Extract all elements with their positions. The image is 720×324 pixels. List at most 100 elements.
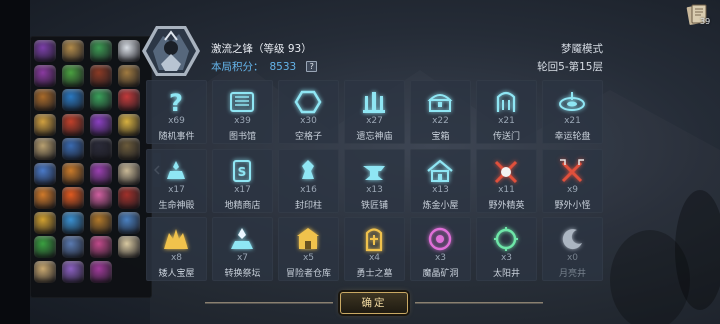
event-cell-treasure-chest[interactable]: x22 宝箱 bbox=[410, 80, 471, 144]
white-vase-relic-icon[interactable] bbox=[118, 40, 140, 62]
event-name: 矮人宝屋 bbox=[158, 269, 195, 279]
event-grid: ? x69 随机事件 x39 图书馆 x30 空格子 x27 遗忘神庙 x22 宝箱 x21 传送门 x2… bbox=[146, 80, 603, 281]
event-cell-crossed-swords-elite[interactable]: x11 野外精英 bbox=[476, 148, 537, 213]
anvil-icon bbox=[359, 157, 389, 185]
hero-avatar[interactable] bbox=[141, 24, 201, 78]
event-name: 传送门 bbox=[492, 132, 520, 142]
red-tome-relic-icon[interactable] bbox=[118, 187, 140, 209]
event-cell-hexagon[interactable]: x30 空格子 bbox=[278, 80, 339, 144]
gold-wreath-relic-icon[interactable] bbox=[34, 211, 56, 234]
gold-potion-relic-icon[interactable] bbox=[118, 113, 140, 136]
pink-candy-relic-icon[interactable] bbox=[90, 187, 112, 209]
event-cell-anvil[interactable]: x13 铁匠铺 bbox=[344, 148, 405, 213]
score-line: 本局积分： 8533 ? bbox=[211, 59, 318, 74]
event-cell-dwarf-treasure[interactable]: x8 矮人宝屋 bbox=[146, 217, 207, 281]
spell-book-relic-icon[interactable] bbox=[34, 162, 56, 185]
confirm-button[interactable]: 确定 bbox=[340, 292, 408, 314]
green-sprout-relic-icon[interactable] bbox=[34, 236, 56, 258]
blue-crystal-relic-icon[interactable] bbox=[62, 211, 84, 234]
moon-well-icon bbox=[557, 225, 587, 253]
hero-name: 激流之锋（等级 93） bbox=[211, 43, 312, 55]
event-cell-life-altar[interactable]: x17 生命神殿 bbox=[146, 148, 207, 213]
red-potion-relic-icon[interactable] bbox=[118, 89, 140, 111]
orange-ore-relic-icon[interactable] bbox=[34, 187, 56, 209]
event-count: x13 bbox=[366, 184, 383, 195]
event-name: 幸运轮盘 bbox=[554, 132, 591, 142]
relic-inventory-panel bbox=[30, 36, 152, 298]
eggs-relic-icon[interactable] bbox=[118, 236, 140, 258]
warrior-tomb-icon bbox=[359, 225, 389, 253]
potion-trio-relic-icon[interactable] bbox=[90, 236, 112, 258]
gem-shop-icon: S bbox=[227, 157, 257, 185]
event-name: 太阳井 bbox=[492, 269, 520, 279]
event-cell-transfer-altar[interactable]: x7 转换祭坛 bbox=[212, 217, 273, 281]
codex-count: 39 bbox=[700, 17, 711, 26]
event-cell-shrine[interactable]: x27 遗忘神庙 bbox=[344, 80, 405, 144]
treasure-chest-icon bbox=[425, 88, 455, 116]
green-potion-relic-icon[interactable] bbox=[90, 40, 112, 62]
green-wand-relic-icon[interactable] bbox=[62, 64, 84, 87]
purple-sack-relic-icon[interactable] bbox=[90, 260, 112, 283]
blue-mug-relic-icon[interactable] bbox=[62, 138, 84, 160]
shrine-icon bbox=[359, 88, 389, 116]
event-name: 月亮井 bbox=[558, 269, 586, 279]
event-cell-crossed-swords[interactable]: x9 野外小怪 bbox=[542, 148, 603, 213]
event-cell-sun-well[interactable]: x3 太阳井 bbox=[476, 217, 537, 281]
event-cell-adventurer-warehouse[interactable]: x5 冒险者仓库 bbox=[278, 217, 339, 281]
event-cell-portal[interactable]: x21 传送门 bbox=[476, 80, 537, 144]
bone-relic-icon[interactable] bbox=[118, 162, 140, 185]
event-count: x17 bbox=[168, 184, 185, 195]
event-cell-seal-pillar[interactable]: x16 封印柱 bbox=[278, 148, 339, 213]
purple-gem-hat-relic-icon[interactable] bbox=[34, 64, 56, 87]
horn-relic-icon[interactable] bbox=[34, 260, 56, 283]
event-name: 封印柱 bbox=[294, 200, 322, 211]
help-button[interactable]: ? bbox=[306, 61, 318, 72]
codex-button[interactable]: 39 bbox=[686, 3, 712, 27]
event-count: x3 bbox=[500, 253, 513, 263]
brown-bag-relic-icon[interactable] bbox=[90, 64, 112, 87]
purple-wizard-hat-relic-icon[interactable] bbox=[34, 40, 56, 62]
event-cell-question[interactable]: ? x69 随机事件 bbox=[146, 80, 207, 144]
event-cell-moon-well[interactable]: x0 月亮井 bbox=[542, 217, 603, 281]
old-scroll-relic-icon[interactable] bbox=[34, 138, 56, 160]
event-name: 宝箱 bbox=[431, 132, 450, 142]
empty-relic-slot bbox=[117, 260, 141, 284]
hero-portrait-icon bbox=[142, 26, 200, 76]
treasure-chest-relic-icon[interactable] bbox=[34, 89, 56, 111]
alchemy-hut-icon bbox=[425, 157, 455, 185]
event-cell-library[interactable]: x39 图书馆 bbox=[212, 80, 273, 144]
event-cell-fortune-wheel[interactable]: x21 幸运轮盘 bbox=[542, 80, 603, 144]
dark-coin-relic-icon[interactable] bbox=[118, 138, 140, 160]
event-cell-warrior-tomb[interactable]: x4 勇士之墓 bbox=[344, 217, 405, 281]
fortune-wheel-icon bbox=[557, 88, 587, 116]
magnifier-relic-icon[interactable] bbox=[62, 236, 84, 258]
scroll-relic-icon[interactable] bbox=[62, 40, 84, 62]
blue-creature-relic-icon[interactable] bbox=[62, 89, 84, 111]
event-name: 生命神殿 bbox=[158, 200, 195, 211]
bronze-bell-relic-icon[interactable] bbox=[90, 211, 112, 234]
purple-orb-relic-icon[interactable] bbox=[90, 113, 112, 136]
event-name: 勇士之墓 bbox=[356, 269, 393, 279]
event-count: x22 bbox=[432, 116, 449, 126]
purple-flask-relic-icon[interactable] bbox=[90, 162, 112, 185]
green-bowl-relic-icon[interactable] bbox=[90, 89, 112, 111]
gold-key-relic-icon[interactable] bbox=[34, 113, 56, 136]
rainbow-orb-relic-icon[interactable] bbox=[62, 260, 84, 283]
crossed-swords-icon bbox=[557, 157, 587, 185]
event-count: x7 bbox=[236, 253, 249, 263]
fox-mask-relic-icon[interactable] bbox=[62, 162, 84, 185]
event-cell-alchemy-hut[interactable]: x13 炼金小屋 bbox=[410, 148, 471, 213]
event-cell-demon-crystal-cave[interactable]: x3 魔晶矿洞 bbox=[410, 217, 471, 281]
event-cell-gem-shop[interactable]: Sx17 地精商店 bbox=[212, 148, 273, 213]
round-floor: 轮回5-第15层 bbox=[537, 61, 603, 73]
blue-coins-relic-icon[interactable] bbox=[118, 211, 140, 234]
fire-eye-relic-icon[interactable] bbox=[62, 187, 84, 209]
red-orb-relic-icon[interactable] bbox=[62, 113, 84, 136]
event-name: 遗忘神庙 bbox=[356, 132, 393, 142]
top-hat-relic-icon[interactable] bbox=[90, 138, 112, 160]
relic-grid bbox=[33, 39, 149, 284]
event-count: x0 bbox=[566, 253, 579, 263]
event-count: x11 bbox=[498, 184, 515, 195]
slingshot-relic-icon[interactable] bbox=[118, 64, 140, 87]
event-count: x9 bbox=[566, 184, 579, 195]
